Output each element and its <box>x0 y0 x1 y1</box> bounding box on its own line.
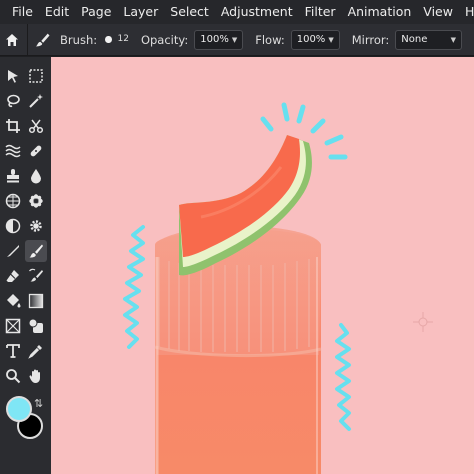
brush-preview[interactable] <box>105 36 112 43</box>
brush-icon <box>29 244 43 258</box>
eyedropper-icon <box>28 345 42 359</box>
lasso-tool[interactable] <box>2 90 24 112</box>
blob-tool[interactable] <box>25 190 47 212</box>
text-icon <box>6 344 20 358</box>
marquee-icon <box>29 69 43 83</box>
frame-tool[interactable] <box>2 315 24 337</box>
menu-edit[interactable]: Edit <box>39 0 75 24</box>
canvas-image <box>51 57 474 474</box>
half-circle-icon <box>5 218 21 234</box>
frame-icon <box>5 318 21 334</box>
mirror-label: Mirror: <box>351 32 390 47</box>
cut-tool[interactable] <box>25 115 47 137</box>
waves-icon <box>5 144 21 158</box>
magnifier-icon <box>6 369 21 384</box>
paint-bucket-icon <box>7 294 21 308</box>
foreground-color-swatch[interactable] <box>6 396 32 422</box>
shapes-icon <box>28 318 43 333</box>
replace-tool[interactable] <box>25 265 47 287</box>
caret-down-icon: ▼ <box>328 35 334 44</box>
hand-icon <box>29 369 40 383</box>
stamp-tool[interactable] <box>2 165 24 187</box>
opacity-label: Opacity: <box>140 32 189 47</box>
options-bar: Brush: 12 Opacity: 100% ▼ Flow: 100% ▼ M… <box>0 24 474 56</box>
flow-dropdown[interactable]: 100% ▼ <box>290 29 340 50</box>
menu-filter[interactable]: Filter <box>299 0 342 24</box>
brush-label: Brush: <box>60 32 98 47</box>
pen-nib-icon <box>7 245 19 257</box>
stamp-icon <box>7 169 19 183</box>
magic-wand-icon <box>29 94 43 108</box>
text-tool[interactable] <box>2 340 24 362</box>
move-tool[interactable] <box>2 65 24 87</box>
caret-down-icon: ▼ <box>231 35 238 44</box>
mirror-value: None <box>401 34 428 45</box>
drop-tool[interactable] <box>25 165 47 187</box>
menu-file[interactable]: File <box>6 0 39 24</box>
opacity-value: 100% <box>200 34 229 45</box>
mirror-dropdown[interactable]: None ▼ <box>395 29 462 50</box>
opacity-dropdown[interactable]: 100% ▼ <box>194 29 244 50</box>
separator <box>26 24 28 55</box>
menu-he[interactable]: He <box>459 0 474 24</box>
brush-tool[interactable] <box>25 240 47 262</box>
flower-icon <box>29 194 43 208</box>
lasso-icon <box>7 94 20 108</box>
drop-icon <box>31 169 41 184</box>
marquee-tool[interactable] <box>25 65 47 87</box>
home-icon <box>5 33 18 46</box>
menu-bar: File Edit Page Layer Select Adjustment Filter A… <box>0 0 474 24</box>
eraser-icon <box>6 270 19 282</box>
healing-tool[interactable] <box>25 140 47 162</box>
magic-wand-tool[interactable] <box>25 90 47 112</box>
hand-tool[interactable] <box>25 365 47 387</box>
bandage-icon <box>30 145 42 157</box>
replace-brush-icon <box>29 268 43 282</box>
crop-tool[interactable] <box>2 115 24 137</box>
menu-adjustment[interactable]: Adjustment <box>215 0 299 24</box>
scissors-icon <box>28 119 44 134</box>
flow-value: 100% <box>296 34 326 45</box>
shape-tool[interactable] <box>25 315 47 337</box>
liquify-tool[interactable] <box>2 140 24 162</box>
swap-colors-icon[interactable]: ⇅ <box>34 397 43 410</box>
brush-size[interactable]: 12 <box>118 35 129 44</box>
menu-animation[interactable]: Animation <box>342 0 418 24</box>
menu-view[interactable]: View <box>417 0 459 24</box>
gradient-icon <box>28 293 44 309</box>
move-arrow-icon <box>8 70 18 83</box>
flow-label: Flow: <box>255 32 285 47</box>
toolbar: ⇅ <box>0 57 51 474</box>
sponge-tool[interactable] <box>25 215 47 237</box>
zoom-tool[interactable] <box>2 365 24 387</box>
pencil-tool[interactable] <box>2 240 24 262</box>
gradient-tool[interactable] <box>25 290 47 312</box>
gear-icon <box>30 220 42 232</box>
menu-page[interactable]: Page <box>75 0 117 24</box>
dodge-tool[interactable] <box>2 215 24 237</box>
globe-icon <box>5 193 21 209</box>
brush-icon <box>35 33 50 46</box>
home-button[interactable] <box>0 24 24 55</box>
canvas[interactable] <box>51 57 474 474</box>
pattern-tool[interactable] <box>2 190 24 212</box>
fill-tool[interactable] <box>2 290 24 312</box>
eyedropper-tool[interactable] <box>25 340 47 362</box>
eraser-tool[interactable] <box>2 265 24 287</box>
menu-select[interactable]: Select <box>164 0 215 24</box>
caret-down-icon: ▼ <box>450 35 456 44</box>
menu-layer[interactable]: Layer <box>117 0 164 24</box>
crop-icon <box>6 119 20 133</box>
